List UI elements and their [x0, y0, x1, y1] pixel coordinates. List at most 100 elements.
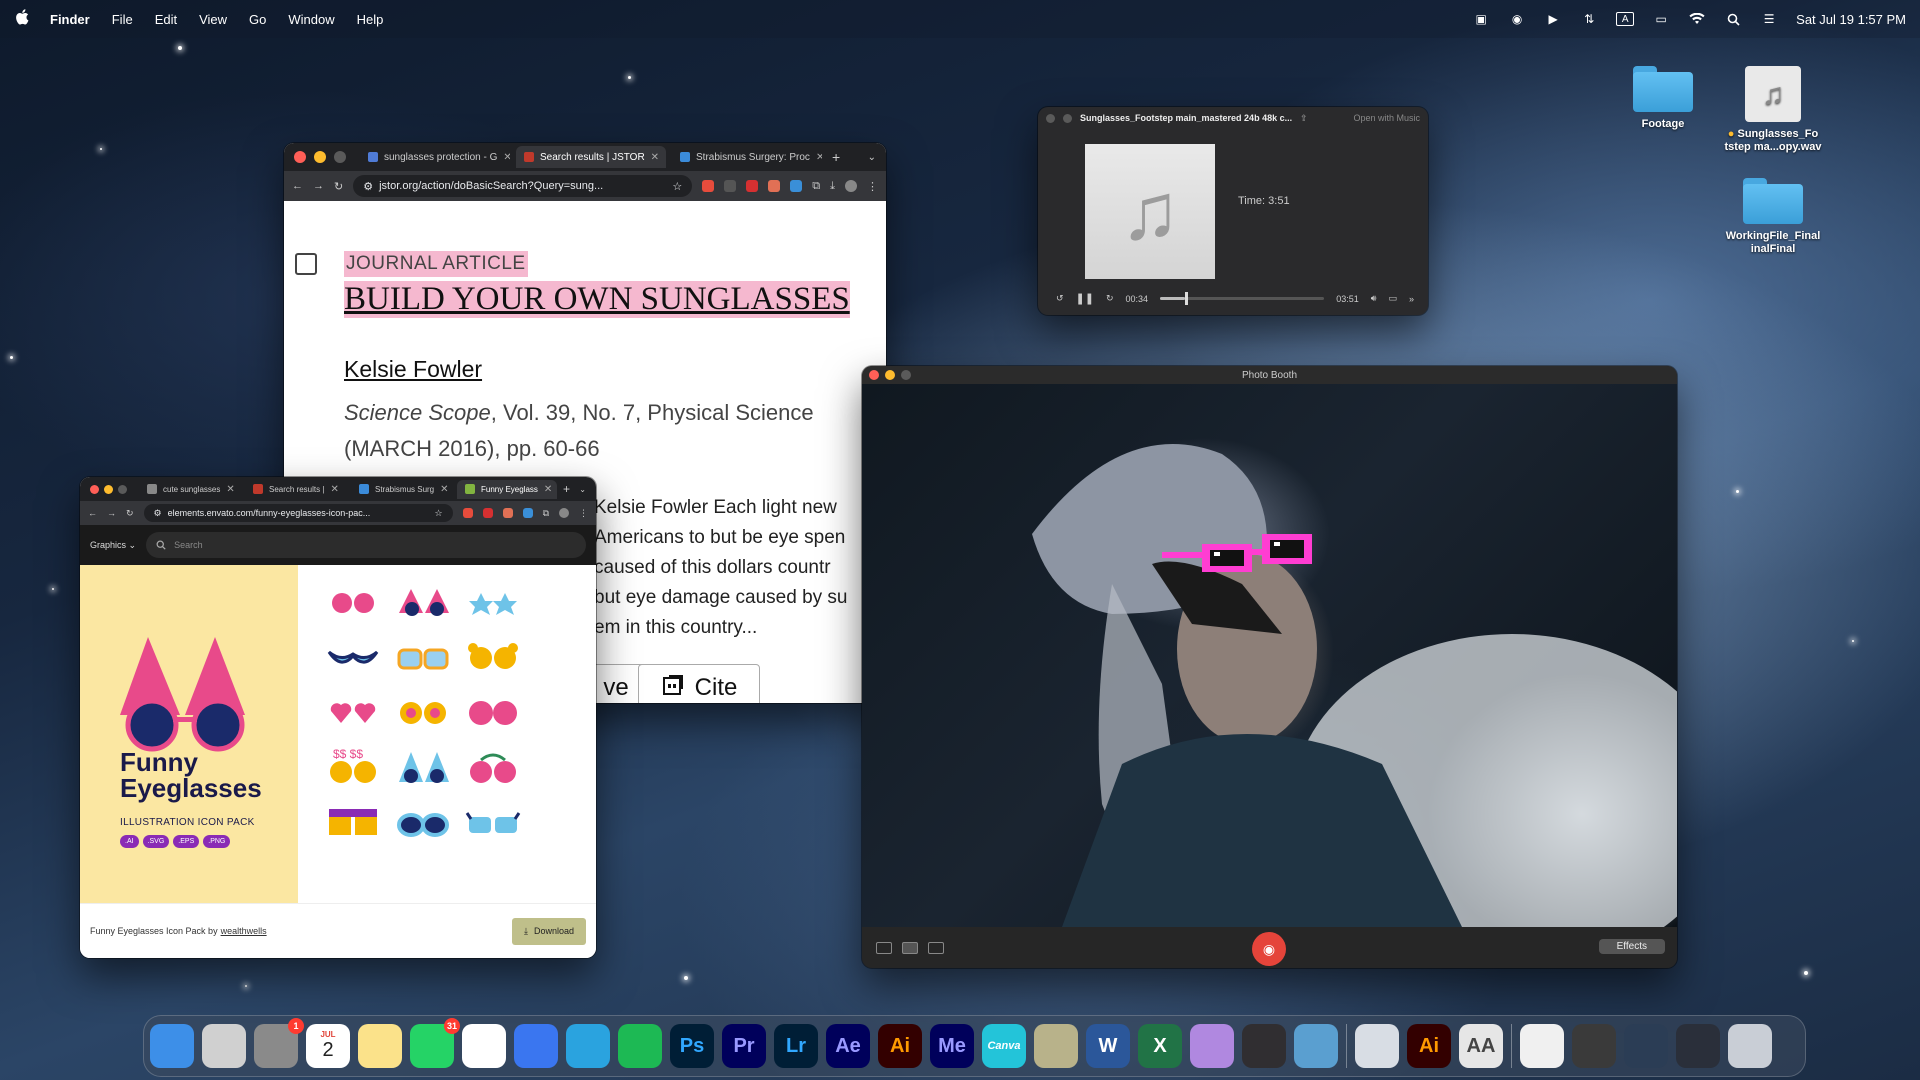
site-settings-icon[interactable]: ⚙ — [363, 180, 373, 193]
menu-go[interactable]: Go — [249, 12, 266, 27]
battery-icon[interactable]: ▭ — [1652, 12, 1670, 26]
menu-finder[interactable]: Finder — [50, 12, 90, 27]
dock-notes[interactable] — [358, 1024, 402, 1068]
dock-canva[interactable]: Canva — [982, 1024, 1026, 1068]
extension-icon[interactable] — [462, 508, 473, 518]
url-field[interactable]: ⚙ elements.envato.com/funny-eyeglasses-i… — [143, 504, 453, 522]
dock-illustrator[interactable]: Ai — [878, 1024, 922, 1068]
forward-icon[interactable]: → — [313, 180, 324, 192]
extension-icon[interactable] — [702, 180, 715, 192]
minimize-button[interactable] — [314, 151, 326, 163]
dock-recent-doc-3[interactable] — [1624, 1024, 1668, 1068]
dock-signal[interactable] — [514, 1024, 558, 1068]
more-icon[interactable]: » — [1409, 294, 1414, 304]
dock-whatsapp[interactable]: 31 — [410, 1018, 460, 1068]
dock-lightroom[interactable]: Lr — [774, 1024, 818, 1068]
open-with-music-button[interactable]: Open with Music — [1353, 113, 1420, 123]
close-button[interactable] — [294, 151, 306, 163]
share-icon[interactable]: ◉ — [1508, 12, 1526, 26]
desktop-folder-footage[interactable]: Footage — [1628, 66, 1698, 131]
tab-funny-eyeglasses[interactable]: Funny Eyeglass ✕ — [457, 479, 557, 499]
dock-premiere[interactable]: Pr — [722, 1024, 766, 1068]
skip-back-icon[interactable]: ↺ — [1056, 293, 1064, 304]
dock-word[interactable]: W — [1086, 1024, 1130, 1068]
dock-launchpad[interactable] — [202, 1024, 246, 1068]
menu-help[interactable]: Help — [357, 12, 384, 27]
close-button[interactable] — [869, 370, 879, 380]
zoom-button[interactable] — [901, 370, 911, 380]
dock-photoshop[interactable]: Ps — [670, 1024, 714, 1068]
close-tab-icon[interactable]: ✕ — [651, 152, 659, 163]
youtube-extension-icon[interactable] — [746, 180, 759, 192]
pause-icon[interactable]: ❚❚ — [1076, 292, 1094, 305]
menu-kebab-icon[interactable]: ⋮ — [867, 180, 878, 193]
tab-google-search[interactable]: sunglasses protection - G ✕ — [360, 146, 510, 168]
extension-icon[interactable] — [522, 508, 533, 518]
minimize-button[interactable] — [885, 370, 895, 380]
desktop-folder-workingfile[interactable]: WorkingFile_Final inalFinal — [1718, 178, 1828, 256]
menu-kebab-icon[interactable]: ⋮ — [579, 508, 588, 519]
dock-after-effects[interactable]: Ae — [826, 1024, 870, 1068]
camera-icon[interactable]: ▣ — [1472, 12, 1490, 26]
search-input[interactable]: Search — [146, 532, 586, 558]
tab-search-icon[interactable]: ⌄ — [579, 485, 586, 494]
close-tab-icon[interactable]: ✕ — [816, 152, 822, 163]
play-icon[interactable]: ▶ — [1544, 12, 1562, 26]
reload-icon[interactable]: ↻ — [334, 180, 343, 193]
dock-recent-doc-4[interactable] — [1676, 1024, 1720, 1068]
menu-file[interactable]: File — [112, 12, 133, 27]
tab-jstor[interactable]: Search results | JSTOR ✕ — [516, 146, 666, 168]
zoom-button[interactable] — [334, 151, 346, 163]
apple-menu-icon[interactable] — [14, 8, 30, 30]
new-tab-button[interactable]: + — [832, 149, 840, 165]
category-dropdown[interactable]: Graphics ⌄ — [90, 540, 136, 551]
input-icon[interactable]: A — [1616, 12, 1635, 26]
grid-view-icon[interactable] — [876, 941, 892, 954]
tab-jstor[interactable]: Search results | ✕ — [245, 480, 345, 499]
extension-icon[interactable] — [502, 508, 513, 518]
extension-icon[interactable] — [768, 180, 781, 192]
bookmark-star-icon[interactable]: ☆ — [434, 508, 442, 519]
extension-icon[interactable] — [790, 180, 803, 192]
tab-cute-sunglasses[interactable]: cute sunglasses ✕ — [139, 480, 239, 499]
result-checkbox[interactable] — [295, 253, 317, 275]
author-link[interactable]: wealthwells — [221, 926, 267, 936]
dock-media-encoder[interactable]: Me — [930, 1024, 974, 1068]
dock-obs[interactable] — [1242, 1024, 1286, 1068]
dock-recent-doc-2[interactable] — [1572, 1024, 1616, 1068]
single-photo-icon[interactable] — [902, 941, 918, 954]
forward-icon[interactable]: → — [107, 508, 116, 518]
youtube-extension-icon[interactable] — [482, 508, 493, 518]
extensions-puzzle-icon[interactable]: ⧉ — [812, 180, 820, 193]
close-tab-icon[interactable]: ✕ — [330, 484, 338, 495]
control-center-icon[interactable]: ☰ — [1760, 12, 1778, 26]
take-photo-button[interactable]: ◉ — [1252, 932, 1286, 966]
new-tab-button[interactable]: + — [563, 482, 570, 496]
dock-trash[interactable] — [1728, 1024, 1772, 1068]
wifi-icon[interactable] — [1688, 12, 1706, 26]
dock-illustrator-2[interactable]: Ai — [1407, 1024, 1451, 1068]
dock-calendar[interactable]: JUL 2 — [306, 1024, 350, 1068]
profile-avatar[interactable] — [559, 508, 569, 518]
dock-recent-doc-1[interactable] — [1520, 1024, 1564, 1068]
reload-icon[interactable]: ↻ — [126, 508, 134, 519]
dock-preview[interactable] — [1355, 1024, 1399, 1068]
close-button[interactable] — [90, 484, 99, 494]
profile-avatar[interactable] — [845, 180, 857, 192]
playback-scrubber[interactable] — [1160, 292, 1325, 305]
site-settings-icon[interactable]: ⚙ — [154, 508, 162, 519]
dock-finder[interactable] — [150, 1024, 194, 1068]
dock-font-book[interactable]: AA — [1459, 1024, 1503, 1068]
dock-excel[interactable]: X — [1138, 1024, 1182, 1068]
bookmark-star-icon[interactable]: ☆ — [672, 180, 682, 193]
dock-telegram[interactable] — [566, 1024, 610, 1068]
menu-view[interactable]: View — [199, 12, 227, 27]
desktop-file-audio[interactable]: ♫ ● Sunglasses_Fo tstep ma...opy.wav — [1718, 66, 1828, 154]
menu-edit[interactable]: Edit — [155, 12, 177, 27]
volume-icon[interactable]: 🔊︎ — [1371, 293, 1377, 304]
url-field[interactable]: ⚙ jstor.org/action/doBasicSearch?Query=s… — [353, 175, 693, 197]
minimize-button[interactable] — [104, 484, 113, 494]
clock[interactable]: Sat Jul 19 1:57 PM — [1796, 12, 1906, 27]
video-mode-icon[interactable] — [928, 941, 944, 954]
zoom-button[interactable] — [118, 484, 127, 494]
